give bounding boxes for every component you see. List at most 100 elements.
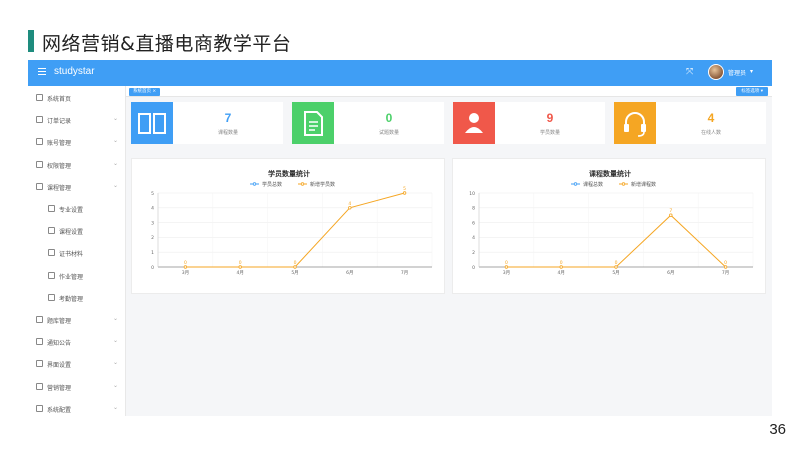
- main-content: 系统首页 × 标签选项 ▾ 7 课程数量 0 试题数量 9 学员数量 4 在线人数 学员数量统…: [126, 86, 772, 416]
- x-tick-label: 4月: [237, 270, 244, 276]
- homework-icon: [48, 271, 55, 279]
- avatar[interactable]: [708, 64, 724, 80]
- page-number: 36: [769, 421, 786, 438]
- headset-icon: [624, 112, 646, 137]
- y-tick-label: 2: [472, 250, 475, 256]
- stat-label: 课程数量: [217, 130, 238, 136]
- data-point[interactable]: [293, 265, 297, 269]
- data-point[interactable]: [183, 265, 188, 269]
- tab-options-button[interactable]: 标签选项 ▾: [736, 87, 768, 96]
- hamburger-menu-icon[interactable]: [38, 68, 46, 76]
- chevron-down-icon: ⌄: [112, 359, 118, 367]
- course-count-chart: 课程数量统计课程总数 新增课程数 0 2 4 6 8 10 3月 4月 5月 6月 7月 0 0 0 7 0: [469, 169, 754, 276]
- legend-label[interactable]: 课程总数: [583, 181, 603, 188]
- series-line: [185, 192, 405, 268]
- sidebar-item[interactable]: 营销管理 ⌄: [28, 377, 126, 397]
- tab-home[interactable]: 系统首页 ×: [129, 88, 161, 96]
- sidebar-item[interactable]: 证书材料: [28, 243, 126, 263]
- stat-card[interactable]: 7 课程数量: [131, 102, 283, 144]
- book-icon: [138, 113, 166, 134]
- bank-icon: [36, 316, 43, 323]
- x-tick-label: 6月: [667, 270, 674, 276]
- y-tick-label: 1: [151, 250, 154, 256]
- user-name[interactable]: 管理员: [728, 68, 746, 77]
- data-point[interactable]: [348, 206, 352, 210]
- sidebar-item[interactable]: 课程设置: [28, 221, 126, 241]
- legend-label[interactable]: 新增课程数: [631, 181, 656, 188]
- chevron-down-icon: ⌄: [112, 403, 118, 411]
- legend-marker: [300, 182, 305, 186]
- y-tick-label: 10: [469, 191, 475, 197]
- stat-tile: [614, 102, 656, 144]
- sidebar-item[interactable]: 题库管理 ⌄: [28, 310, 126, 330]
- sidebar-item[interactable]: 账号管理 ⌄: [28, 132, 126, 152]
- sidebar-item-label: 订单记录: [47, 118, 72, 126]
- data-point[interactable]: [669, 213, 673, 217]
- sidebar-item-label: 专业设置: [59, 207, 84, 214]
- sidebar-item[interactable]: 系统首页: [28, 88, 126, 108]
- chart-title: 课程数量统计: [589, 169, 631, 178]
- legend-label[interactable]: 学员总数: [262, 181, 282, 188]
- user-icon: [36, 138, 43, 146]
- sidebar-item-label: 通知公告: [47, 340, 72, 348]
- x-tick-label: 6月: [346, 270, 353, 276]
- sidebar-item[interactable]: 订单记录 ⌄: [28, 110, 126, 130]
- y-tick-label: 2: [151, 235, 154, 241]
- chevron-down-icon[interactable]: ▾: [750, 68, 753, 75]
- brand-logo-text[interactable]: studystar: [54, 66, 95, 77]
- sidebar-item[interactable]: 考勤管理: [28, 288, 126, 308]
- stat-tile: [292, 102, 334, 144]
- data-label: 0: [505, 260, 508, 266]
- y-tick-label: 6: [472, 220, 475, 226]
- slide-title: 网络营销&直播电商教学平台: [42, 33, 292, 55]
- sidebar-item[interactable]: 系统配置 ⌄: [28, 399, 126, 416]
- data-label: 7: [669, 208, 672, 214]
- stat-value: 0: [385, 111, 393, 125]
- sidebar-item[interactable]: 权限管理 ⌄: [28, 155, 126, 175]
- student-count-chart: 学员数量统计学员总数 新增学员数 0 1 2 3 4 5 3月 4月 5月 6月 7月 0 0 0 4 5: [151, 169, 433, 276]
- data-point[interactable]: [723, 265, 728, 269]
- data-label: 0: [294, 260, 297, 266]
- sidebar-item-label: 营销管理: [47, 384, 72, 392]
- sidebar-item[interactable]: 作业管理: [28, 266, 126, 286]
- sidebar-item-label: 题库管理: [47, 318, 72, 325]
- tab-bar: 系统首页 × 标签选项 ▾: [126, 86, 772, 97]
- stat-card[interactable]: 9 学员数量: [453, 102, 605, 144]
- chevron-down-icon: ⌄: [112, 115, 118, 123]
- chevron-down-icon: ⌄: [112, 181, 118, 189]
- x-tick-label: 3月: [503, 270, 510, 276]
- chevron-down-icon: ⌄: [112, 337, 118, 345]
- data-point[interactable]: [238, 265, 242, 269]
- sidebar-item[interactable]: 专业设置: [28, 199, 126, 219]
- app-window: studystar ⤧ 管理员 ▾ 系统首页订单记录 ⌄ 账号管理 ⌄ 权限管理 ⌄ 课程管…: [28, 60, 772, 416]
- x-tick-label: 7月: [722, 270, 729, 276]
- data-point[interactable]: [402, 191, 407, 195]
- data-point[interactable]: [504, 265, 509, 269]
- document-icon: [304, 111, 323, 136]
- sidebar-item[interactable]: 界面设置 ⌄: [28, 354, 126, 374]
- sidebar-item[interactable]: 课程管理 ⌄: [28, 177, 126, 197]
- stat-card[interactable]: 4 在线人数: [614, 102, 766, 144]
- stat-label: 试题数量: [378, 130, 399, 136]
- fullscreen-icon[interactable]: ⤧: [686, 67, 693, 77]
- stat-value: 4: [707, 111, 715, 125]
- stat-tile: [131, 102, 173, 144]
- legend-marker: [573, 182, 578, 186]
- chevron-down-icon: ⌄: [112, 159, 118, 167]
- legend-label[interactable]: 新增学员数: [310, 181, 335, 188]
- data-point[interactable]: [614, 265, 618, 269]
- data-point[interactable]: [559, 265, 563, 269]
- lesson-icon: [48, 227, 55, 235]
- series-line: [506, 214, 726, 268]
- sidebar-item[interactable]: 通知公告 ⌄: [28, 332, 126, 352]
- trophy-icon: [48, 249, 55, 257]
- course-icon: [36, 182, 43, 190]
- notice-icon: [36, 338, 43, 346]
- marketing-icon: [36, 382, 43, 390]
- screen-icon: [36, 360, 43, 368]
- stat-value: 7: [224, 111, 232, 125]
- title-accent-bar: [28, 30, 34, 52]
- y-tick-label: 0: [151, 265, 154, 271]
- stat-card[interactable]: 0 试题数量: [292, 102, 444, 144]
- slide: 网络营销&直播电商教学平台 studystar ⤧ 管理员 ▾ 系统首页 订单记录…: [0, 0, 800, 450]
